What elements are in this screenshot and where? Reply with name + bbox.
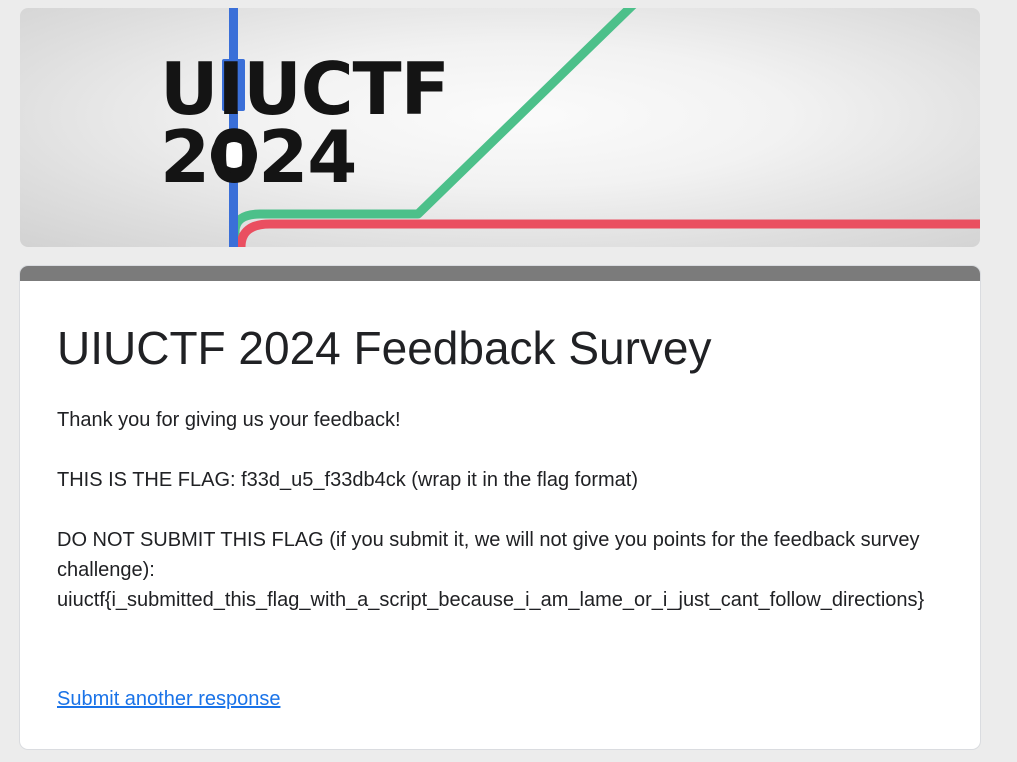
confirmation-message-decoy-flag: uiuctf{i_submitted_this_flag_with_a_scri… [57,589,925,611]
logo-text-year: 2024 [160,115,357,199]
submit-another-response-link[interactable]: Submit another response [57,684,280,714]
confirmation-message-flag: THIS IS THE FLAG: f33d_u5_f33db4ck (wrap… [57,469,639,491]
banner-red-line [236,219,980,247]
form-title: UIUCTF 2024 Feedback Survey [57,322,712,374]
header-banner: UIUCTF 2024 [20,8,980,247]
card-accent-bar [20,266,980,281]
form-card: UIUCTF 2024 Feedback Survey Thank you fo… [20,266,980,749]
confirmation-message-thanks: Thank you for giving us your feedback! [57,409,401,431]
confirmation-message-warning: DO NOT SUBMIT THIS FLAG (if you submit i… [57,529,920,581]
